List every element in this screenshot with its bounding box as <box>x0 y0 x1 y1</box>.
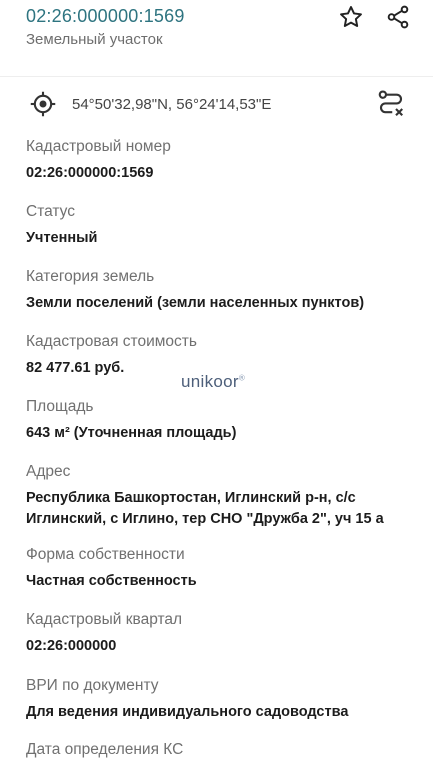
route-icon[interactable] <box>376 89 406 119</box>
address-line: Иглинский, с Иглино, тер СНО "Дружба 2",… <box>26 511 384 527</box>
header: 02:26:000000:1569 Земельный участок <box>0 0 433 77</box>
field-area: Площадь 643 м² (Уточненная площадь) <box>26 397 423 444</box>
page-title: 02:26:000000:1569 <box>26 6 185 26</box>
coordinates-text[interactable]: 54°50'32,98"N, 56°24'14,53"E <box>72 96 271 113</box>
field-value: Учтенный <box>26 230 98 246</box>
field-cadastral-number: Кадастровый номер 02:26:000000:1569 <box>26 137 423 184</box>
address-line: Республика Башкортостан, Иглинский р-н, … <box>26 490 356 506</box>
crosshair-locate-icon[interactable] <box>29 90 57 118</box>
field-label: Площадь <box>26 398 94 415</box>
field-label: Кадастровая стоимость <box>26 333 197 350</box>
field-cadastral-block: Кадастровый квартал 02:26:000000 <box>26 610 423 657</box>
field-valuation-date: Дата определения КС <box>26 740 423 760</box>
field-land-category: Категория земель Земли поселений (земли … <box>26 267 423 314</box>
field-label: Адрес <box>26 463 71 480</box>
field-ownership: Форма собственности Частная собственност… <box>26 545 423 592</box>
field-value: 643 м² (Уточненная площадь) <box>26 425 237 441</box>
field-label: Форма собственности <box>26 546 185 563</box>
favorite-button[interactable] <box>336 2 366 32</box>
field-label: Категория земель <box>26 268 155 285</box>
coordinates-row: 54°50'32,98"N, 56°24'14,53"E <box>0 77 433 132</box>
page-subtitle: Земельный участок <box>26 31 163 48</box>
star-outline-icon <box>340 6 362 27</box>
field-label: Кадастровый квартал <box>26 611 183 628</box>
field-label: Статус <box>26 203 75 220</box>
field-label: Дата определения КС <box>26 741 184 758</box>
field-value: Для ведения индивидуального садоводства <box>26 704 349 720</box>
field-status: Статус Учтенный <box>26 202 423 249</box>
field-permitted-use: ВРИ по документу Для ведения индивидуаль… <box>26 676 423 723</box>
field-value[interactable]: Республика Башкортостан, Иглинский р-н, … <box>26 488 423 530</box>
field-label: ВРИ по документу <box>26 677 159 694</box>
field-address: Адрес Республика Башкортостан, Иглинский… <box>26 462 423 530</box>
field-label: Кадастровый номер <box>26 138 171 155</box>
field-value[interactable]: 02:26:000000 <box>26 636 423 657</box>
field-value: Земли поселений (земли населенных пункто… <box>26 295 365 311</box>
share-icon <box>387 5 409 29</box>
share-button[interactable] <box>383 2 413 32</box>
field-value[interactable]: 02:26:000000:1569 <box>26 163 423 184</box>
watermark-logo: unikoor® <box>181 372 246 391</box>
field-value: Частная собственность <box>26 573 197 589</box>
